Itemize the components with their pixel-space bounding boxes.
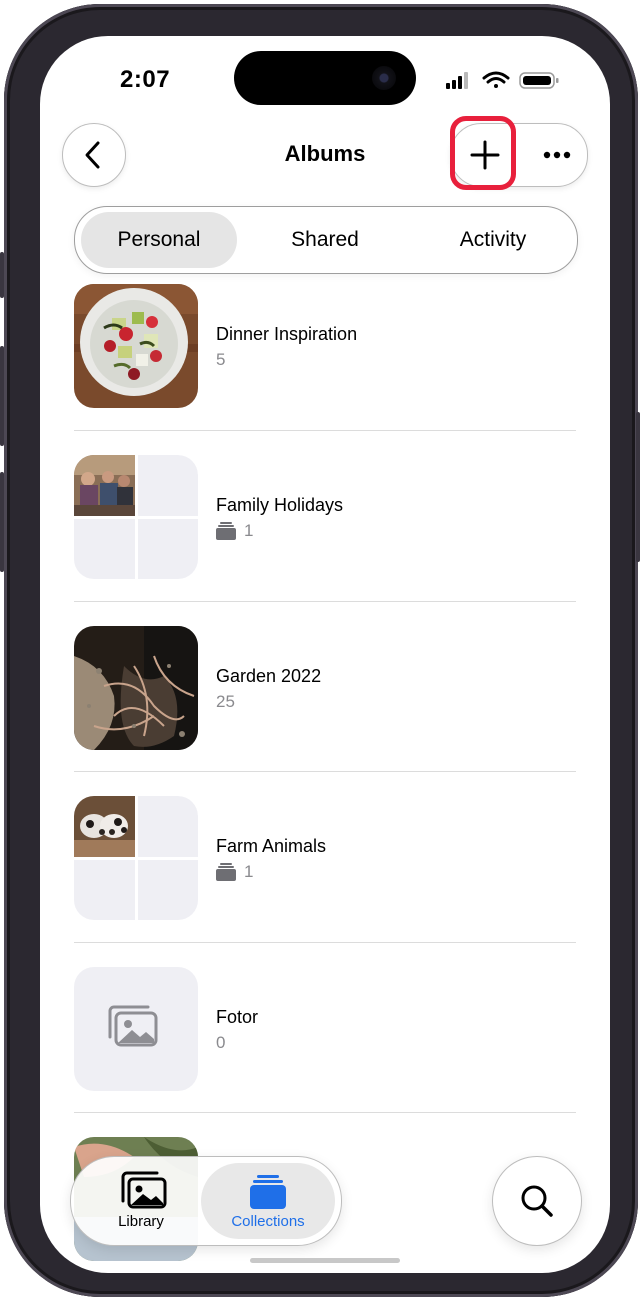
add-button-highlight — [450, 116, 516, 190]
photo-library-icon — [121, 1171, 167, 1209]
garden-photo — [74, 626, 198, 750]
album-name: Garden 2022 — [216, 666, 322, 686]
empty-grid-cell — [138, 519, 198, 579]
album-row-dinner-inspiration[interactable]: Dinner Inspiration 5 — [74, 284, 576, 408]
album-segmented-control: Personal Shared Activity — [74, 206, 578, 274]
album-row-fotor[interactable]: Fotor 0 — [74, 967, 576, 1091]
divider — [74, 430, 576, 431]
segment-shared[interactable]: Shared — [247, 212, 403, 268]
count-value: 0 — [216, 1033, 226, 1052]
shared-album-stack-icon — [216, 522, 236, 540]
album-thumbnail — [74, 284, 198, 408]
volume-up-button — [0, 346, 4, 446]
album-thumbnail-empty — [74, 967, 198, 1091]
search-icon — [521, 1185, 553, 1217]
count-value: 5 — [216, 350, 226, 369]
divider — [74, 1112, 576, 1113]
album-count: 5 — [216, 350, 225, 370]
album-count: 25 — [216, 692, 235, 712]
ellipsis-icon — [543, 151, 571, 159]
animals-photo — [74, 796, 135, 857]
tab-library-label: Library — [118, 1213, 164, 1230]
photos-placeholder-icon — [108, 1005, 158, 1047]
divider — [74, 771, 576, 772]
tab-collections[interactable]: Collections — [201, 1163, 335, 1239]
album-name: Family Holidays — [216, 495, 344, 515]
family-photo — [74, 455, 135, 516]
album-row-farm-animals[interactable]: Farm Animals 1 — [74, 796, 576, 920]
album-row-garden-2022[interactable]: Garden 2022 25 — [74, 626, 576, 750]
album-count: 0 — [216, 1033, 225, 1053]
album-thumbnail-grid — [74, 796, 198, 920]
empty-grid-cell — [138, 860, 198, 920]
volume-down-button — [0, 472, 4, 572]
collections-icon — [250, 1175, 286, 1209]
action-button — [0, 252, 4, 298]
album-name: Farm Animals — [216, 836, 327, 856]
count-value: 1 — [244, 862, 254, 881]
status-time: 2:07 — [120, 66, 171, 93]
phone-frame: 2:07 Albums Personal Shared Activity Din… — [0, 4, 640, 1297]
battery-icon — [519, 72, 559, 89]
count-value: 1 — [244, 521, 254, 540]
wifi-icon — [482, 71, 510, 88]
empty-grid-cell — [138, 455, 198, 516]
album-count: 1 — [216, 521, 253, 541]
album-thumbnail-grid — [74, 455, 198, 579]
status-icons — [446, 70, 566, 90]
album-name: Dinner Inspiration — [216, 324, 358, 344]
salad-photo — [74, 284, 198, 408]
tab-library[interactable]: Library — [79, 1163, 203, 1239]
album-count: 1 — [216, 862, 253, 882]
power-button — [636, 412, 640, 562]
segment-personal[interactable]: Personal — [81, 212, 237, 268]
count-value: 25 — [216, 692, 235, 711]
empty-grid-cell — [74, 519, 135, 579]
more-button[interactable] — [527, 124, 587, 186]
search-button[interactable] — [492, 1156, 582, 1246]
tab-collections-label: Collections — [231, 1213, 305, 1230]
shared-album-stack-icon — [216, 863, 236, 881]
camera-icon — [372, 66, 396, 90]
empty-grid-cell — [138, 796, 198, 857]
album-name: Fotor — [216, 1007, 259, 1027]
album-thumbnail — [74, 626, 198, 750]
album-row-family-holidays[interactable]: Family Holidays 1 — [74, 455, 576, 579]
cellular-signal-icon — [446, 72, 468, 89]
divider — [74, 942, 576, 943]
divider — [74, 601, 576, 602]
empty-grid-cell — [74, 860, 135, 920]
segment-activity[interactable]: Activity — [415, 212, 571, 268]
bottom-tab-bar: Library Collections — [70, 1156, 342, 1246]
dynamic-island — [234, 51, 416, 105]
screen: 2:07 Albums Personal Shared Activity Din… — [40, 36, 610, 1273]
home-indicator — [250, 1258, 400, 1263]
